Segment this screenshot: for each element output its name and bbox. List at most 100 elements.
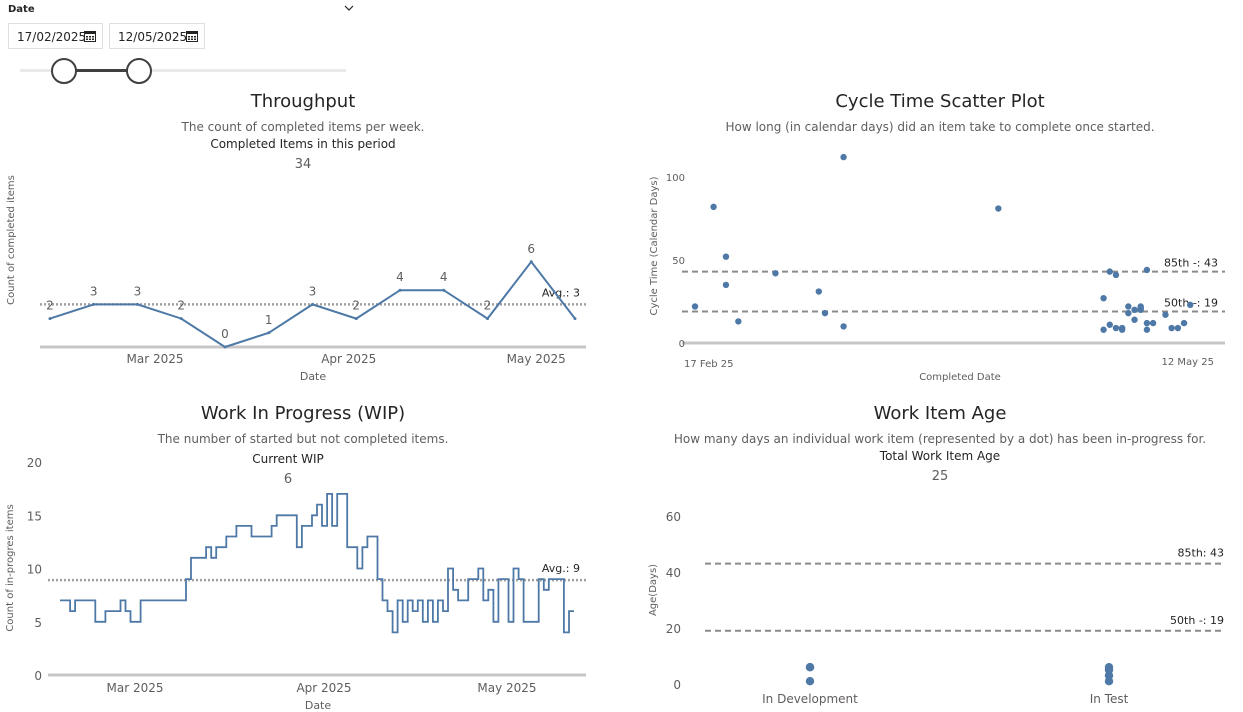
cycle-time-title: Cycle Time Scatter Plot (835, 91, 1045, 112)
x-axis-title: Completed Date (919, 372, 1001, 383)
throughput-point (398, 288, 402, 292)
percentile-label: 85th -: 43 (1164, 257, 1218, 270)
y-axis-title: Cycle Time (Calendar Days) (649, 176, 660, 315)
throughput-point (529, 260, 533, 264)
end-date-input[interactable]: 12/05/2025 (109, 23, 205, 49)
y-tick-label: 0 (34, 669, 42, 683)
data-label: 4 (440, 270, 448, 284)
start-date-input[interactable]: 17/02/2025 (8, 23, 103, 49)
y-tick-label: 20 (27, 456, 42, 470)
throughput-point (486, 317, 489, 321)
age-title: Work Item Age (873, 403, 1007, 424)
average-label: Avg.: 3 (542, 286, 580, 299)
throughput-subtitle: The count of completed items per week. (181, 120, 425, 134)
cycle-time-point (710, 203, 717, 211)
data-label: 1 (265, 313, 273, 327)
cycle-time-point (815, 288, 823, 295)
y-tick-label: 15 (27, 509, 42, 523)
y-tick-label: 50 (672, 256, 685, 267)
y-axis-title: Count of in-progres items (5, 504, 16, 631)
wip-series-line (60, 493, 574, 634)
y-tick-label: 100 (666, 173, 685, 184)
throughput-point (92, 302, 96, 306)
cycle-time-point (1143, 266, 1151, 274)
cycle-time-point (1187, 301, 1194, 309)
cycle-time-point (722, 253, 730, 260)
y-tick-label: 10 (27, 563, 42, 577)
x-tick-label: 12 May 25 (1162, 357, 1214, 368)
slider-end-handle[interactable] (126, 58, 152, 84)
chevron-down-icon[interactable] (343, 2, 355, 14)
x-tick-label: Apr 2025 (321, 352, 376, 366)
work-item-dot (1104, 677, 1114, 686)
data-label: 0 (221, 327, 229, 341)
x-category-label: In Development (762, 692, 858, 706)
throughput-point (48, 317, 52, 321)
percentile-label: 85th: 43 (1178, 547, 1224, 560)
age-kpi-value: 25 (931, 469, 949, 484)
x-tick-label: Apr 2025 (296, 681, 351, 695)
cycle-time-point (1131, 316, 1138, 323)
cycle-time-point (1125, 309, 1132, 317)
data-label: 2 (352, 299, 360, 313)
cycle-time-point (1112, 324, 1120, 332)
cycle-time-point (1143, 326, 1151, 333)
data-label: 3 (134, 284, 142, 298)
cycle-time-point (1100, 326, 1107, 333)
y-tick-label: 20 (666, 622, 681, 636)
cycle-time-point (1162, 311, 1169, 318)
cycle-time-point (840, 153, 847, 161)
x-axis-title: Date (300, 370, 327, 383)
throughput-point (179, 317, 183, 321)
throughput-point (267, 331, 271, 335)
cycle-time-point (1137, 303, 1144, 310)
end-date-value: 12/05/2025 (118, 30, 188, 44)
cycle-time-point (1168, 324, 1175, 332)
cycle-time-point (691, 303, 699, 310)
calendar-icon[interactable] (186, 30, 198, 42)
cycle-time-subtitle: How long (in calendar days) did an item … (725, 120, 1155, 134)
slider-start-handle[interactable] (51, 58, 77, 84)
throughput-point (311, 302, 314, 306)
data-label: 2 (484, 299, 492, 313)
data-label: 2 (46, 299, 54, 313)
cycle-time-point (1106, 321, 1113, 328)
cycle-time-point (1125, 303, 1132, 310)
cycle-time-point (1100, 294, 1107, 302)
cycle-time-point (1112, 271, 1120, 279)
y-tick-label: 0 (679, 339, 685, 350)
x-tick-label: May 2025 (507, 352, 566, 366)
x-tick-label: Mar 2025 (127, 352, 184, 366)
x-tick-label: May 2025 (477, 681, 536, 695)
data-label: 3 (90, 284, 98, 298)
cycle-time-point (1143, 319, 1151, 327)
average-label: Avg.: 9 (542, 562, 580, 575)
y-axis-title: Count of completed items (6, 175, 17, 305)
throughput-point (573, 317, 577, 321)
throughput-title: Throughput (250, 91, 356, 112)
y-tick-label: 60 (666, 510, 681, 524)
cycle-time-point (772, 270, 779, 277)
y-axis-title: Age(Days) (648, 564, 659, 616)
cycle-time-point (1131, 306, 1138, 313)
cycle-time-chart: 05010085th -: 4350th -: 1917 Feb 25 12 Ma… (649, 153, 1225, 383)
work-item-dot (805, 663, 815, 672)
cycle-time-point (1106, 268, 1113, 275)
cycle-time-point (1180, 319, 1188, 327)
cycle-time-point (840, 323, 847, 330)
x-tick-label: 17 Feb 25 (684, 359, 734, 370)
work-item-dot (805, 677, 815, 686)
x-axis-title: Date (305, 699, 332, 712)
throughput-kpi-label: Completed Items in this period (210, 137, 396, 151)
throughput-chart: Avg.: 3 2 3 3 2 0 1 3 2 4 4 2 6 Mar 2025 Apr 2025 May 2… (6, 175, 586, 383)
y-tick-label: 40 (666, 566, 681, 580)
y-tick-label: 0 (673, 678, 681, 692)
data-label: 4 (396, 270, 404, 284)
throughput-point (223, 345, 227, 349)
calendar-icon[interactable] (84, 30, 96, 42)
cycle-time-point (1174, 324, 1182, 332)
percentile-label: 50th -: 19 (1170, 614, 1224, 627)
wip-title: Work In Progress (WIP) (200, 403, 406, 424)
cycle-time-point (722, 281, 730, 289)
cycle-time-point (995, 205, 1002, 212)
